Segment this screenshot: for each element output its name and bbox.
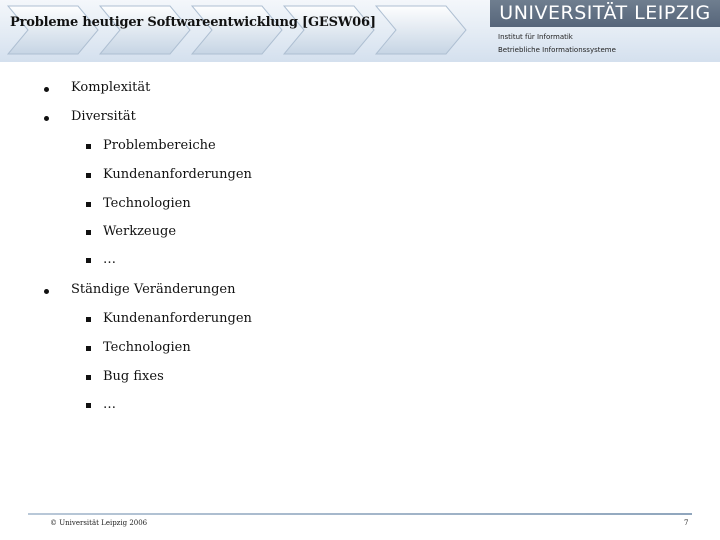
- list-subitem: Kundenanforderungen: [103, 311, 252, 326]
- list-subitem: Technologien: [103, 196, 191, 211]
- bullet-square: [86, 173, 91, 178]
- bullet-dot: [44, 289, 49, 294]
- bullet-square: [86, 144, 91, 149]
- slide-header: Probleme heutiger Softwareentwicklung [G…: [0, 0, 720, 62]
- department-label: Betriebliche Informationssysteme: [498, 46, 616, 54]
- list-subitem: Problembereiche: [103, 138, 216, 153]
- slide-title: Probleme heutiger Softwareentwicklung [G…: [10, 15, 376, 30]
- university-logo: UNIVERSITÄT LEIPZIG: [490, 0, 720, 27]
- list-subitem: …: [103, 397, 116, 412]
- institute-label: Institut für Informatik: [498, 33, 573, 41]
- bullet-square: [86, 202, 91, 207]
- bullet-dot: [44, 87, 49, 92]
- bullet-dot: [44, 116, 49, 121]
- bullet-square: [86, 403, 91, 408]
- bullet-square: [86, 346, 91, 351]
- bullet-square: [86, 317, 91, 322]
- header-arrow-decoration: [6, 5, 467, 55]
- bullet-square: [86, 230, 91, 235]
- list-subitem: Werkzeuge: [103, 224, 177, 239]
- list-subitem: …: [103, 252, 116, 267]
- footer-copyright: © Universität Leipzig 2006: [50, 519, 148, 527]
- page-number: 7: [684, 519, 689, 527]
- bullet-square: [86, 258, 91, 263]
- list-subitem: Bug fixes: [103, 369, 164, 384]
- list-item: Diversität: [71, 109, 136, 124]
- list-item: Ständige Veränderungen: [71, 282, 236, 297]
- list-subitem: Kundenanforderungen: [103, 167, 252, 182]
- bullet-square: [86, 375, 91, 380]
- list-subitem: Technologien: [103, 340, 191, 355]
- footer-divider: [28, 513, 692, 515]
- list-item: Komplexität: [71, 80, 151, 95]
